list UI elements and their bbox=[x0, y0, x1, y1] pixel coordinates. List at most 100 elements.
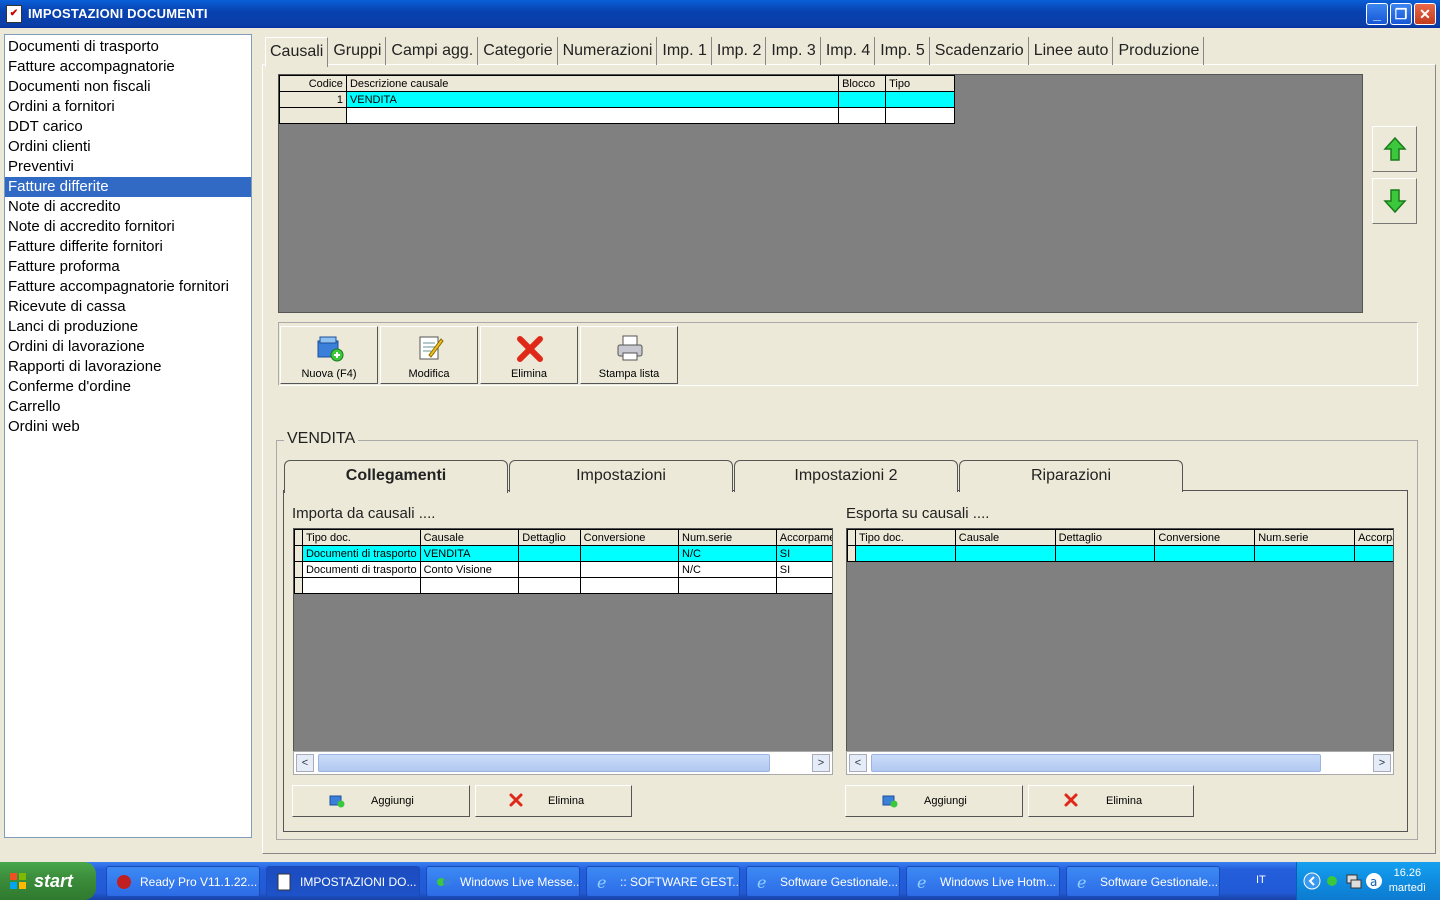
doc-list-item[interactable]: Preventivi bbox=[5, 157, 251, 177]
column-header-num-serie[interactable]: Num.serie bbox=[1254, 529, 1356, 546]
scroll-right-icon[interactable]: > bbox=[812, 754, 830, 772]
doc-list-item-selected[interactable]: Fatture differite bbox=[5, 177, 251, 197]
cell-empty[interactable] bbox=[885, 107, 955, 124]
edit-button[interactable]: Modifica bbox=[380, 326, 478, 384]
new-button[interactable]: Nuova (F4) bbox=[280, 326, 378, 384]
tab-imp-1[interactable]: Imp. 1 bbox=[658, 37, 712, 65]
export-delete-button[interactable]: Elimina bbox=[1028, 785, 1194, 817]
scroll-thumb[interactable] bbox=[871, 754, 1321, 772]
taskbar-item[interactable]: Ready Pro V11.1.22... bbox=[106, 866, 260, 897]
table-row[interactable]: 1 VENDITA bbox=[279, 91, 955, 108]
import-grid[interactable]: Tipo doc. Causale Dettaglio Conversione … bbox=[293, 528, 833, 774]
doc-list-item[interactable]: Conferme d'ordine bbox=[5, 377, 251, 397]
move-down-button[interactable] bbox=[1372, 178, 1417, 224]
import-delete-button[interactable]: Elimina bbox=[475, 785, 632, 817]
doc-list-item[interactable]: Ricevute di cassa bbox=[5, 297, 251, 317]
close-button[interactable]: ✕ bbox=[1414, 3, 1436, 25]
doc-list-item[interactable]: Note di accredito fornitori bbox=[5, 217, 251, 237]
cell-empty[interactable] bbox=[775, 577, 832, 594]
cell-empty[interactable] bbox=[954, 545, 1056, 562]
doc-list-item[interactable]: Documenti non fiscali bbox=[5, 77, 251, 97]
cell-empty[interactable] bbox=[345, 107, 840, 124]
cell-causale[interactable]: Conto Visione bbox=[419, 561, 520, 578]
export-horizontal-scrollbar[interactable]: < > bbox=[846, 751, 1394, 775]
causali-grid[interactable]: Codice Descrizione causale Blocco Tipo 1… bbox=[278, 74, 1363, 313]
cell-conversione[interactable] bbox=[579, 545, 680, 562]
cell-num-serie[interactable]: N/C bbox=[678, 561, 777, 578]
taskbar-item[interactable]: e :: SOFTWARE GEST... bbox=[586, 866, 740, 897]
doc-list-item[interactable]: Fatture differite fornitori bbox=[5, 237, 251, 257]
doc-list-item[interactable]: Carrello bbox=[5, 397, 251, 417]
tab-gruppi[interactable]: Gruppi bbox=[329, 37, 387, 65]
table-row[interactable]: Documenti di trasporto Conto Visione N/C… bbox=[294, 561, 832, 578]
taskbar-item[interactable]: e Software Gestionale... bbox=[1066, 866, 1220, 897]
column-header-blocco[interactable]: Blocco bbox=[838, 75, 887, 92]
tab-numerazioni[interactable]: Numerazioni bbox=[559, 37, 658, 65]
tab-imp-5[interactable]: Imp. 5 bbox=[876, 37, 930, 65]
cell-num-serie[interactable]: N/C bbox=[678, 545, 777, 562]
cell-empty[interactable] bbox=[1354, 545, 1393, 562]
doc-list-item[interactable]: Ordini clienti bbox=[5, 137, 251, 157]
column-header-conversione[interactable]: Conversione bbox=[1154, 529, 1256, 546]
import-add-button[interactable]: Aggiungi bbox=[292, 785, 470, 817]
tab-scadenzario[interactable]: Scadenzario bbox=[931, 37, 1029, 65]
doc-list-item[interactable]: Fatture accompagnatorie fornitori bbox=[5, 277, 251, 297]
column-header-conversione[interactable]: Conversione bbox=[579, 529, 680, 546]
column-header-accorpamento[interactable]: Accorpa bbox=[1354, 529, 1393, 546]
doc-list-item[interactable]: Note di accredito bbox=[5, 197, 251, 217]
cell-empty[interactable] bbox=[678, 577, 777, 594]
cell-empty[interactable] bbox=[1154, 545, 1256, 562]
tab-categorie[interactable]: Categorie bbox=[479, 37, 558, 65]
column-header-accorpamento[interactable]: Accorpame bbox=[775, 529, 832, 546]
doc-list-item[interactable]: Ordini a fornitori bbox=[5, 97, 251, 117]
doc-list-item[interactable]: Documenti di trasporto bbox=[5, 37, 251, 57]
start-button[interactable]: start bbox=[0, 862, 96, 900]
scroll-right-icon[interactable]: > bbox=[1373, 754, 1391, 772]
doc-list-item[interactable]: Fatture accompagnatorie bbox=[5, 57, 251, 77]
tab-imp-2[interactable]: Imp. 2 bbox=[713, 37, 767, 65]
cell-accorpamento[interactable]: SI bbox=[775, 561, 832, 578]
cell-tipo-doc[interactable]: Documenti di trasporto bbox=[301, 561, 421, 578]
cell-codice[interactable]: 1 bbox=[279, 91, 347, 108]
tab-imp-3[interactable]: Imp. 3 bbox=[767, 37, 821, 65]
import-horizontal-scrollbar[interactable]: < > bbox=[293, 751, 833, 775]
tab-imp-4[interactable]: Imp. 4 bbox=[822, 37, 876, 65]
cell-empty[interactable] bbox=[301, 577, 421, 594]
taskbar-item[interactable]: Windows Live Messe... bbox=[426, 866, 580, 897]
tab-linee-auto[interactable]: Linee auto bbox=[1030, 37, 1114, 65]
network-icon[interactable] bbox=[1345, 872, 1363, 890]
cell-conversione[interactable] bbox=[579, 561, 680, 578]
table-row-empty[interactable] bbox=[847, 545, 1393, 562]
subtab-impostazioni-2[interactable]: Impostazioni 2 bbox=[734, 460, 958, 492]
cell-dettaglio[interactable] bbox=[518, 545, 581, 562]
cell-dettaglio[interactable] bbox=[518, 561, 581, 578]
column-header-tipo[interactable]: Tipo bbox=[885, 75, 955, 92]
scroll-thumb[interactable] bbox=[318, 754, 770, 772]
export-add-button[interactable]: Aggiungi bbox=[845, 785, 1023, 817]
taskbar-item-active[interactable]: IMPOSTAZIONI DO... bbox=[266, 866, 420, 897]
cell-blocco[interactable] bbox=[838, 91, 887, 108]
doc-list-item[interactable]: Fatture proforma bbox=[5, 257, 251, 277]
taskbar-item[interactable]: e Software Gestionale... bbox=[746, 866, 900, 897]
messenger-tray-icon[interactable] bbox=[1325, 872, 1343, 890]
minimize-button[interactable]: _ bbox=[1366, 3, 1388, 25]
tab-campi-agg[interactable]: Campi agg. bbox=[387, 37, 479, 65]
tray-expand-icon[interactable] bbox=[1303, 872, 1321, 890]
cell-tipo-doc[interactable]: Documenti di trasporto bbox=[301, 545, 421, 562]
table-row[interactable]: Documenti di trasporto VENDITA N/C SI bbox=[294, 545, 832, 562]
doc-list-item[interactable]: Lanci di produzione bbox=[5, 317, 251, 337]
column-header-causale[interactable]: Causale bbox=[419, 529, 520, 546]
scroll-left-icon[interactable]: < bbox=[296, 754, 314, 772]
cell-empty[interactable] bbox=[1254, 545, 1356, 562]
print-list-button[interactable]: Stampa lista bbox=[580, 326, 678, 384]
cell-empty[interactable] bbox=[838, 107, 887, 124]
export-grid[interactable]: Tipo doc. Causale Dettaglio Conversione … bbox=[846, 528, 1394, 774]
column-header-dettaglio[interactable]: Dettaglio bbox=[518, 529, 581, 546]
subtab-impostazioni[interactable]: Impostazioni bbox=[509, 460, 733, 492]
column-header-causale[interactable]: Causale bbox=[954, 529, 1056, 546]
delete-button[interactable]: Elimina bbox=[480, 326, 578, 384]
cell-tipo[interactable] bbox=[885, 91, 955, 108]
language-indicator[interactable]: IT bbox=[1256, 874, 1266, 886]
table-row-empty[interactable] bbox=[279, 107, 955, 124]
doc-list-item[interactable]: Ordini web bbox=[5, 417, 251, 437]
